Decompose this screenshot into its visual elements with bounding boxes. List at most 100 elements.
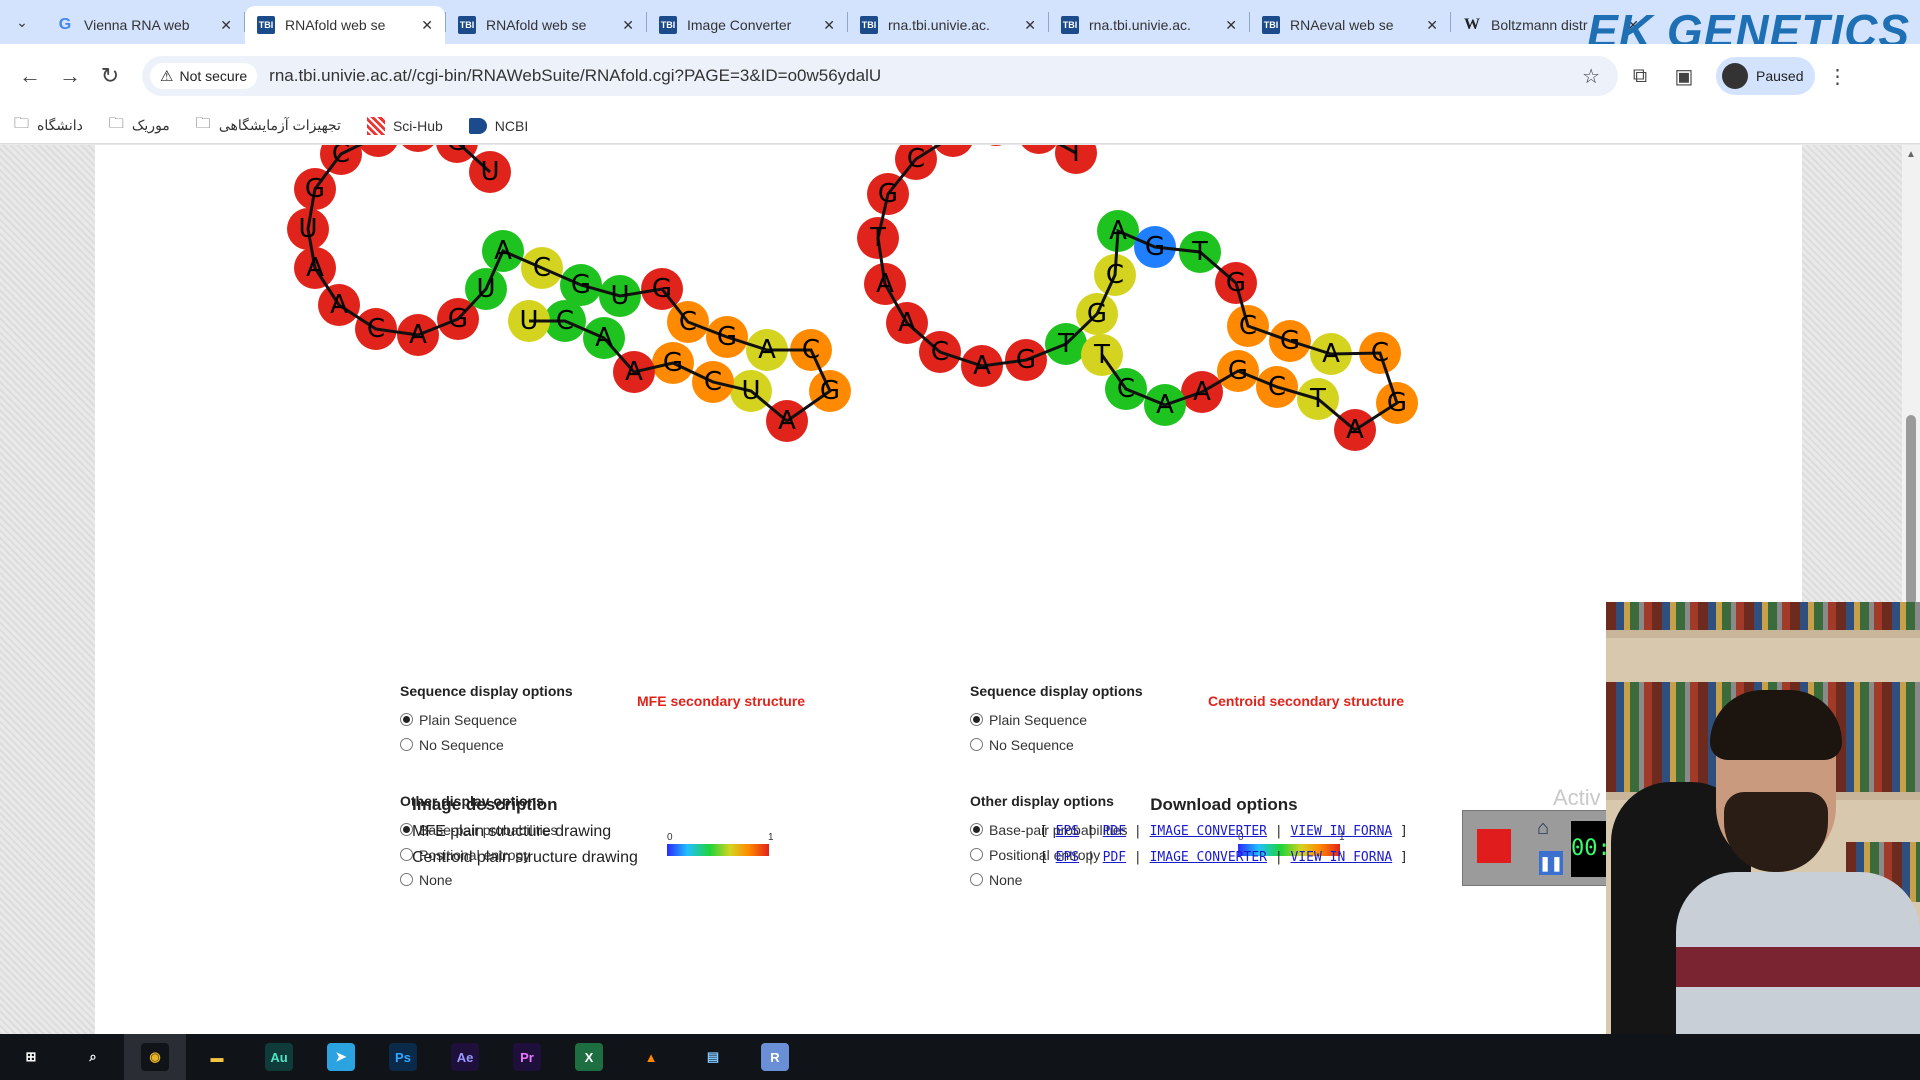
radio-unselected[interactable] <box>400 873 413 886</box>
download-link-pdf[interactable]: PDF <box>1103 824 1126 839</box>
separator: | <box>1079 824 1103 839</box>
address-bar[interactable]: ⚠ Not secure rna.tbi.univie.ac.at//cgi-b… <box>142 56 1618 96</box>
taskbar-item[interactable]: ◉ <box>124 1034 186 1080</box>
browser-tab[interactable]: TBI Image Converter ✕ <box>647 6 847 44</box>
mfe-sequence-options: Sequence display options Plain Sequence … <box>400 683 573 757</box>
tbi-favicon-icon: TBI <box>659 16 677 34</box>
centroid-nucleotide-letter: C <box>1239 311 1257 341</box>
pause-button[interactable]: ❚❚ <box>1539 851 1563 875</box>
browser-tab[interactable]: TBI rna.tbi.univie.ac. ✕ <box>848 6 1048 44</box>
taskbar-item[interactable]: Pr <box>496 1034 558 1080</box>
centroid-plain-sequence-option[interactable]: Plain Sequence <box>970 707 1143 732</box>
mfe-no-sequence-option[interactable]: No Sequence <box>400 732 573 757</box>
folder-icon: 🗀 <box>14 115 30 132</box>
camera-icon[interactable]: ⌂ <box>1537 817 1563 839</box>
photoshop-icon: Ps <box>389 1043 417 1071</box>
profile-chip[interactable]: Paused <box>1716 57 1816 95</box>
tab-close-icon[interactable]: ✕ <box>421 17 433 34</box>
radio-unselected[interactable] <box>970 873 983 886</box>
centroid-no-sequence-option[interactable]: No Sequence <box>970 732 1143 757</box>
bookmark-item[interactable]: 🗀 موریک <box>109 113 170 138</box>
folder-icon: 🗀 <box>195 115 211 132</box>
bookmark-label: NCBI <box>494 117 529 134</box>
taskbar-item[interactable]: R <box>744 1034 806 1080</box>
tab-close-icon[interactable]: ✕ <box>622 17 634 34</box>
image-description-heading: Image description <box>412 795 558 814</box>
person-hair <box>1710 690 1842 760</box>
tbi-favicon-icon: TBI <box>257 16 275 34</box>
bookmark-item[interactable]: NCBI <box>468 117 529 134</box>
centroid-nucleotide-letter: A <box>1109 216 1127 246</box>
screen-recorder-widget: ⌂ ❚❚ 00: <box>1462 810 1608 886</box>
centroid-nucleotide-letter: A <box>1322 339 1340 369</box>
scrollbar-thumb[interactable] <box>1906 415 1916 605</box>
browser-tab[interactable]: TBI RNAeval web se ✕ <box>1250 6 1450 44</box>
centroid-nucleotide-letter: G <box>1029 145 1049 148</box>
taskbar-item[interactable]: ⊞ <box>0 1034 62 1080</box>
radio-selected[interactable] <box>400 713 413 726</box>
profile-avatar <box>1722 63 1748 89</box>
r-icon: R <box>761 1043 789 1071</box>
taskbar-item[interactable]: ▬ <box>186 1034 248 1080</box>
separator: | <box>1267 850 1291 865</box>
search-icon: ⌕ <box>79 1043 107 1071</box>
tab-close-icon[interactable]: ✕ <box>1024 17 1036 34</box>
taskbar-item[interactable]: ▲ <box>620 1034 682 1080</box>
radio-unselected[interactable] <box>400 738 413 751</box>
browser-tab[interactable]: TBI RNAfold web se ✕ <box>245 6 445 44</box>
sequence-options-heading: Sequence display options <box>400 683 573 699</box>
bookmark-item[interactable]: 🗀 تجهیزات آزمایشگاهی <box>196 113 341 138</box>
taskbar-item[interactable]: ⌕ <box>62 1034 124 1080</box>
download-link-eps[interactable]: EPS <box>1056 850 1079 865</box>
security-chip[interactable]: ⚠ Not secure <box>150 63 258 89</box>
tab-search-chevron-icon[interactable]: ⌄ <box>0 0 44 44</box>
radio-selected[interactable] <box>970 713 983 726</box>
download-link-image-converter[interactable]: IMAGE CONVERTER <box>1150 850 1267 865</box>
browser-tab[interactable]: G Vienna RNA web ✕ <box>44 6 244 44</box>
forward-arrow-icon[interactable]: → <box>50 56 90 96</box>
kebab-menu-icon[interactable]: ⋮ <box>1815 56 1859 96</box>
download-link-pdf[interactable]: PDF <box>1103 850 1126 865</box>
taskbar-item[interactable]: ➤ <box>310 1034 372 1080</box>
tab-close-icon[interactable]: ✕ <box>823 17 835 34</box>
record-stop-button[interactable] <box>1477 829 1511 863</box>
reload-icon[interactable]: ↻ <box>90 56 130 96</box>
back-arrow-icon[interactable]: ← <box>10 56 50 96</box>
radio-unselected[interactable] <box>970 738 983 751</box>
tab-close-icon[interactable]: ✕ <box>1426 17 1438 34</box>
download-options-heading: Download options <box>1150 795 1298 814</box>
browser-toolbar: ← → ↻ ⚠ Not secure rna.tbi.univie.ac.at/… <box>0 44 1920 108</box>
tab-close-icon[interactable]: ✕ <box>220 17 232 34</box>
extensions-puzzle-icon[interactable]: ⧉ <box>1618 56 1662 96</box>
download-link-eps[interactable]: EPS <box>1056 824 1079 839</box>
scroll-up-arrow-icon[interactable]: ▲ <box>1906 149 1916 160</box>
bookmark-item[interactable]: 🗀 دانشگاه <box>14 113 83 138</box>
browser-tab[interactable]: TBI RNAfold web se ✕ <box>446 6 646 44</box>
bookmarks-bar: 🗀 دانشگاه 🗀 موریک 🗀 تجهیزات آزمایشگاهی Sci-Hub… <box>0 108 1920 144</box>
side-panel-icon[interactable]: ▣ <box>1662 56 1706 96</box>
taskbar-item[interactable]: Au <box>248 1034 310 1080</box>
option-label: None <box>419 871 453 888</box>
scihub-icon <box>366 116 385 135</box>
taskbar-item[interactable]: ▤ <box>682 1034 744 1080</box>
taskbar-item[interactable]: Ae <box>434 1034 496 1080</box>
centroid-download-row: [ EPS | PDF | IMAGE CONVERTER | VIEW IN … <box>1040 845 1408 871</box>
option-label: No Sequence <box>419 736 504 753</box>
bookmark-star-icon[interactable]: ☆ <box>1572 64 1610 89</box>
radio-selected[interactable] <box>970 823 983 836</box>
bookmark-item[interactable]: Sci-Hub <box>366 116 443 135</box>
image-description-row: Centroid plain structure drawing <box>412 849 638 866</box>
separator: | <box>1126 850 1150 865</box>
browser-tab[interactable]: TBI rna.tbi.univie.ac. ✕ <box>1049 6 1249 44</box>
url-text[interactable]: rna.tbi.univie.ac.at//cgi-bin/RNAWebSuit… <box>269 66 1572 86</box>
mfe-plain-sequence-option[interactable]: Plain Sequence <box>400 707 573 732</box>
taskbar-item[interactable]: Ps <box>372 1034 434 1080</box>
download-link-view-in-forna[interactable]: VIEW IN FORNA <box>1290 850 1392 865</box>
tab-close-icon[interactable]: ✕ <box>1225 17 1237 34</box>
taskbar-item[interactable]: X <box>558 1034 620 1080</box>
bookmark-label: Sci-Hub <box>392 117 443 134</box>
radio-unselected[interactable] <box>970 848 983 861</box>
centroid-nucleotide-letter: T <box>1309 384 1326 414</box>
download-link-image-converter[interactable]: IMAGE CONVERTER <box>1150 824 1267 839</box>
download-link-view-in-forna[interactable]: VIEW IN FORNA <box>1290 824 1392 839</box>
